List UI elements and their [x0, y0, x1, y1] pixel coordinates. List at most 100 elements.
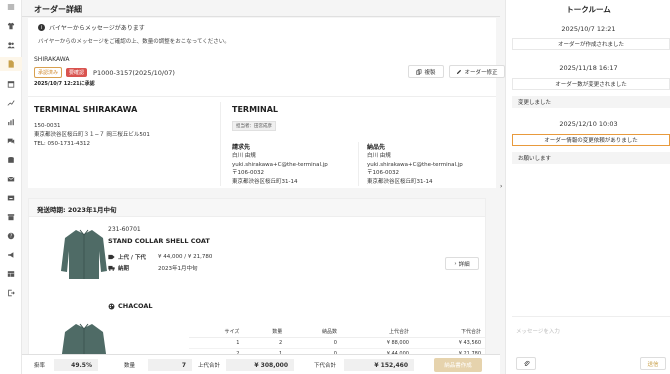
copy-label: 複製	[424, 69, 436, 76]
talk-room-panel: トークルーム 2025/10/7 12:21 オーダーが作成されました 2025…	[505, 0, 670, 374]
billing-name: 白川 由規	[232, 153, 256, 159]
page-title: オーダー詳細	[34, 5, 82, 14]
cell-size: 1	[189, 337, 244, 349]
talk-system-message-highlighted[interactable]: オーダー情報の変更依頼がありました	[512, 134, 670, 146]
menu-icon[interactable]	[0, 0, 22, 14]
col-retail-total: 上代合計	[340, 326, 413, 338]
needs-review-badge: 要確認	[66, 68, 88, 77]
shipping-company-name: TERMINAL SHIRAKAWA	[34, 105, 138, 114]
color-name: CHACOAL	[108, 302, 153, 310]
shipment-period: 発送時期: 2023年1月中旬	[29, 199, 485, 217]
cell-wholesale-total: ¥ 43,560	[412, 337, 485, 349]
order-number: P1000-3157(2025/10/07)	[93, 68, 175, 77]
brand-name: SHIRAKAWA	[34, 56, 70, 63]
shipping-postal: 150-0031	[34, 123, 61, 129]
megaphone-icon[interactable]	[0, 248, 22, 262]
approved-date: 2025/10/7 12:21に承認	[34, 81, 95, 87]
copy-icon	[416, 68, 422, 75]
column-divider	[220, 102, 221, 186]
quantity-label: 数量	[124, 363, 136, 369]
shipping-street: 東京都渋谷区桜丘町３１−７ 岡三桜丘ビル501	[34, 132, 150, 138]
rate-value: 49.5%	[54, 359, 98, 371]
table-icon[interactable]	[0, 267, 22, 281]
delivery-value: 2023年1月中旬	[158, 266, 198, 272]
chat-icon[interactable]	[0, 134, 22, 148]
delivery-row: 納期 2023年1月中旬	[108, 264, 198, 272]
table-row: 1 2 0 ¥ 88,000 ¥ 43,560	[189, 337, 485, 349]
price-value: ¥ 44,000 / ¥ 21,780	[158, 254, 213, 260]
help-icon[interactable]: ?	[0, 229, 22, 243]
talk-message: お願いします	[512, 152, 670, 164]
archive-icon[interactable]	[0, 210, 22, 224]
col-quantity: 数量	[243, 326, 287, 338]
order-document-icon[interactable]	[0, 57, 22, 71]
price-tag-icon	[108, 254, 115, 260]
price-row: 上代 / 下代 ¥ 44,000 / ¥ 21,780	[108, 253, 212, 261]
talk-message: 変更しました	[512, 96, 670, 108]
palette-icon	[108, 303, 115, 309]
main-panel: オーダー詳細 i バイヤーからメッセージがあります バイヤーからのメッセージをご…	[22, 0, 505, 374]
sidebar: ?	[0, 0, 22, 374]
talk-system-message: オーダーが作成されました	[512, 38, 670, 50]
database-icon[interactable]	[0, 153, 22, 167]
billing-title: 請求先	[232, 144, 251, 151]
send-button[interactable]: 送信	[640, 357, 666, 370]
delivery-postal: 〒106-0032	[367, 170, 399, 176]
create-delivery-note-button[interactable]: 納品書作成	[434, 358, 482, 372]
billing-email: yuki.shirakawa+C@the-terminal.jp	[232, 161, 328, 168]
person-in-charge-tag: 担当者：田宮成彦	[232, 121, 276, 131]
confirmed-badge: 承認済み	[34, 67, 63, 78]
talk-date: 2025/10/7 12:21	[561, 25, 616, 33]
column-divider	[358, 142, 359, 186]
cell-delivered: 0	[286, 337, 341, 349]
cell-quantity[interactable]: 2	[243, 337, 287, 349]
talk-room-title: トークルーム	[566, 5, 611, 14]
col-size: サイズ	[189, 326, 244, 338]
billing-address: 白川 由規 yuki.shirakawa+C@the-terminal.jp 〒…	[232, 152, 328, 186]
product-image[interactable]	[59, 227, 109, 282]
product-code: 231-60701	[108, 226, 141, 233]
trend-chart-icon[interactable]	[0, 96, 22, 110]
message-input[interactable]: メッセージを入力	[512, 316, 670, 344]
col-wholesale-total: 下代合計	[412, 326, 485, 338]
shipping-phone: TEL: 050-1731-4312	[34, 141, 90, 147]
color-variant-image[interactable]	[59, 321, 109, 358]
title-divider	[22, 16, 500, 17]
delivery-email: yuki.shirakawa+C@the-terminal.jp	[367, 161, 463, 168]
quantity-value: 7	[148, 359, 192, 371]
shirt-icon[interactable]	[0, 19, 22, 33]
attach-button[interactable]	[516, 357, 536, 370]
talk-system-message: オーダー数が変更されました	[512, 78, 670, 90]
bar-chart-icon[interactable]	[0, 115, 22, 129]
notice-body: バイヤーからのメッセージをご確認の上、数量の調整をおこなってください。	[38, 39, 230, 45]
collapse-panel-icon[interactable]: ›	[500, 183, 502, 190]
retail-total-label: 上代合計	[198, 363, 221, 369]
pencil-icon	[457, 69, 462, 74]
edit-order-label: オーダー修正	[464, 69, 498, 76]
inbox-icon[interactable]	[0, 191, 22, 205]
order-info-card: i バイヤーからメッセージがあります バイヤーからのメッセージをご確認の上、数量…	[28, 18, 505, 188]
talk-date: 2025/12/10 10:03	[559, 120, 618, 128]
customer-name: TERMINAL	[232, 105, 279, 114]
delivery-title: 納品先	[367, 144, 386, 151]
copy-button[interactable]: 複製	[408, 65, 444, 78]
billing-postal: 〒106-0032	[232, 170, 264, 176]
truck-icon	[108, 265, 115, 271]
col-delivered: 納品数	[286, 326, 341, 338]
color-label: CHACOAL	[118, 302, 153, 310]
billing-street: 東京都渋谷区桜丘町31-14	[232, 178, 298, 185]
detail-button[interactable]: › 詳細	[445, 257, 479, 270]
shipment-card: 発送時期: 2023年1月中旬 231-60701 STAND COLLAR S…	[28, 198, 486, 358]
logout-icon[interactable]	[0, 286, 22, 300]
info-icon: i	[38, 24, 45, 31]
mail-icon[interactable]	[0, 172, 22, 186]
delivery-label: 納期	[118, 266, 130, 272]
delivery-street: 東京都渋谷区桜丘町31-14	[367, 178, 433, 185]
talk-date: 2025/11/18 16:17	[559, 64, 618, 72]
product-name: STAND COLLAR SHELL COAT	[108, 237, 210, 245]
users-icon[interactable]	[0, 38, 22, 52]
edit-order-button[interactable]: オーダー修正	[449, 65, 505, 78]
calendar-icon[interactable]	[0, 77, 22, 91]
shipping-address: 150-0031 東京都渋谷区桜丘町３１−７ 岡三桜丘ビル501 TEL: 05…	[34, 122, 150, 149]
table-header-row: サイズ 数量 納品数 上代合計 下代合計	[189, 326, 485, 338]
